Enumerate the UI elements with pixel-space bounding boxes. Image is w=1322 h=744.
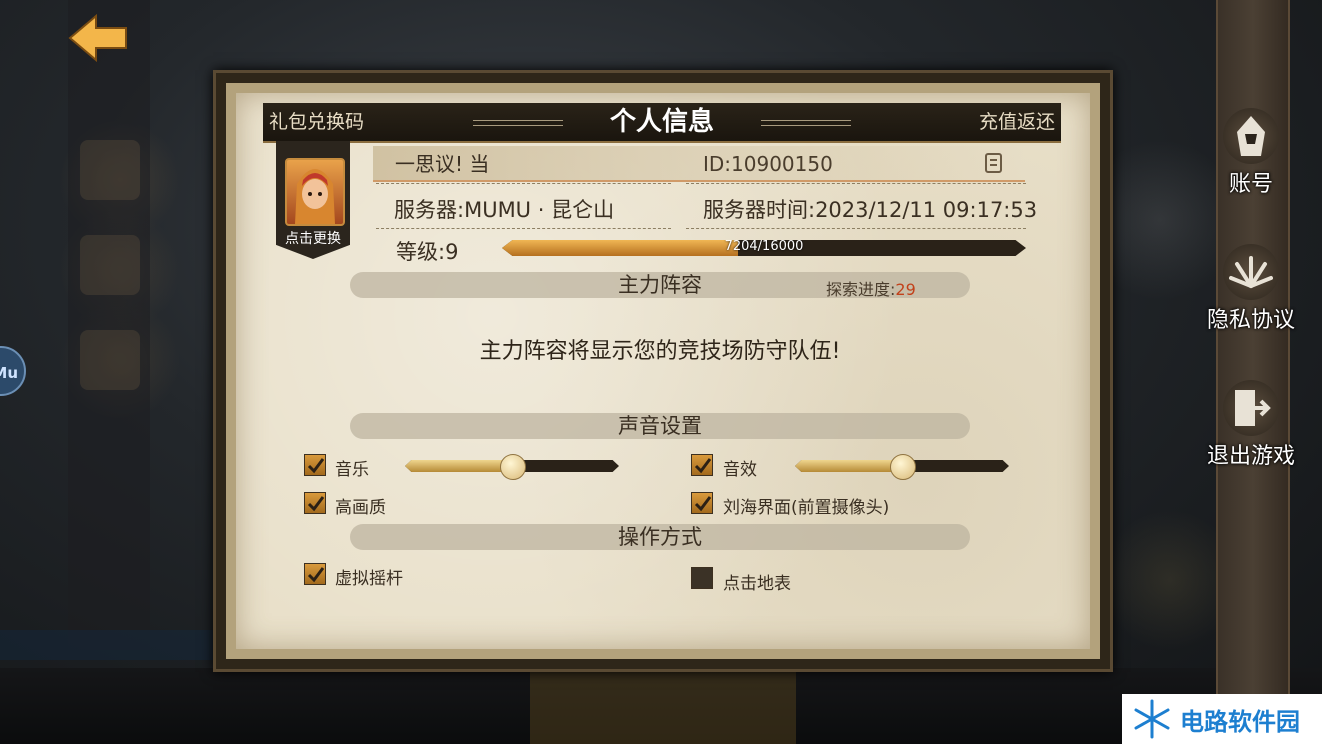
recharge-return-button[interactable]: 充值返还 [979,103,1055,141]
explore-label: 探索进度: [826,280,896,299]
xp-progress-text: 7204/16000 [724,239,804,254]
explore-progress: 探索进度:29 [826,276,916,300]
slider-fill [795,460,902,472]
avatar[interactable] [285,158,345,226]
sunburst-icon [1223,244,1279,300]
bottom-left-strip [0,630,230,660]
tap-ground-checkbox[interactable] [691,567,713,589]
high-quality-checkbox[interactable] [304,492,326,514]
notch-label: 刘海界面(前置摄像头) [723,498,890,518]
divider [376,228,671,229]
title-deco-right [761,120,851,126]
ghost-icon-2 [80,235,140,295]
high-quality-label: 高画质 [335,498,386,518]
tap-ground-label: 点击地表 [723,574,791,594]
dialog-title: 个人信息 [609,107,714,137]
joystick-checkbox[interactable] [304,563,326,585]
joystick-label: 虚拟摇杆 [335,569,403,589]
sound-settings-header: 声音设置 [350,413,970,439]
slider-knob[interactable] [500,454,526,480]
music-label: 音乐 [335,460,369,480]
left-panel-ghost [68,0,150,650]
server-time: 服务器时间:2023/12/11 09:17:53 [703,198,1038,222]
music-volume-slider[interactable] [405,454,619,480]
copy-icon[interactable] [983,152,1005,174]
exit-game-button[interactable]: 退出游戏 [1196,380,1306,470]
sound-settings-title: 声音设置 [618,414,702,438]
right-menu-panel [1216,0,1290,700]
exit-door-icon [1223,380,1279,436]
privacy-button[interactable]: 隐私协议 [1196,244,1306,334]
sound-effects-label: 音效 [723,460,757,480]
music-checkbox[interactable] [304,454,326,476]
explore-value: 29 [895,280,916,299]
sound-effects-checkbox[interactable] [691,454,713,476]
lineup-notice: 主力阵容将显示您的竞技场防守队伍! [479,339,841,364]
player-name-row: 一思议! 当 ID:10900150 [373,146,1025,182]
avatar-change-label[interactable]: 点击更换 [276,228,350,248]
watermark-text: 电路软件园 [1180,707,1300,736]
player-name[interactable]: 一思议! 当 [395,148,489,177]
slider-fill [405,460,512,472]
divider [686,228,1026,229]
server-name: 服务器:MUMU · 昆仑山 [394,198,615,222]
slider-knob[interactable] [890,454,916,480]
controls-header: 操作方式 [350,524,970,550]
snowflake-logo-icon [1134,699,1170,739]
divider [376,183,671,184]
account-button[interactable]: 账号 [1196,108,1306,198]
ghost-icon-3 [80,330,140,390]
player-id: ID:10900150 [703,152,833,176]
player-level: 等级:9 [396,240,459,264]
xp-progress-bar: 7204/16000 [502,240,1026,256]
notch-checkbox[interactable] [691,492,713,514]
hooded-figure-icon [1223,108,1279,164]
main-lineup-title: 主力阵容 [618,273,702,297]
controls-title: 操作方式 [618,525,702,549]
divider [686,183,1026,184]
effects-volume-slider[interactable] [795,454,1009,480]
ghost-icon-1 [80,140,140,200]
watermark: 电路软件园 [1122,694,1322,744]
dialog-title-bar: 礼包兑换码 个人信息 充值返还 [263,103,1061,143]
back-arrow-icon[interactable] [66,10,132,66]
